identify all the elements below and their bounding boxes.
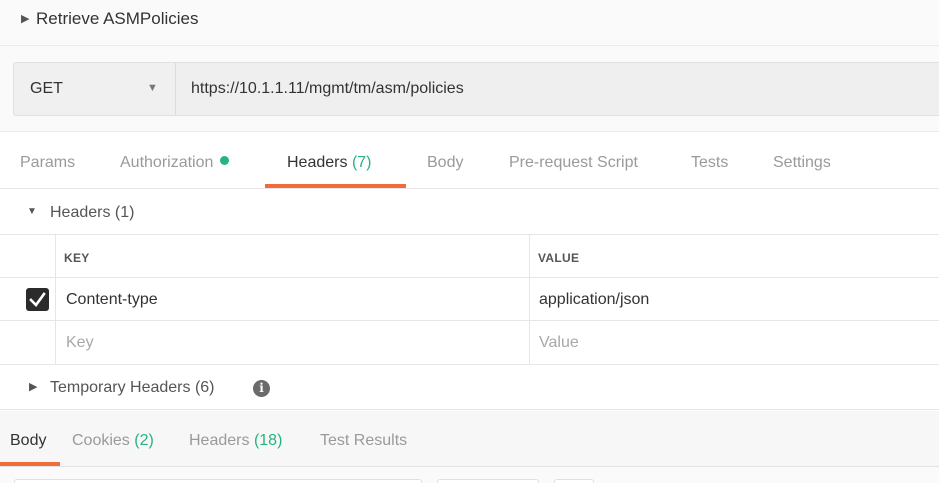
check-icon <box>29 292 46 307</box>
chevron-down-icon: ▼ <box>147 82 158 94</box>
request-title[interactable]: Retrieve ASMPolicies <box>36 9 199 29</box>
request-title-bar: ▶ Retrieve ASMPolicies <box>0 0 939 46</box>
tab-tests[interactable]: Tests <box>691 154 728 172</box>
temporary-headers-toggle[interactable]: ▶ Temporary Headers (6) i <box>0 365 939 410</box>
response-view-control[interactable] <box>14 479 422 483</box>
headers-table-header: KEY VALUE <box>0 235 939 278</box>
method-label: GET <box>30 80 63 97</box>
column-divider <box>55 278 56 320</box>
tab-settings[interactable]: Settings <box>773 154 831 172</box>
temporary-headers-label: Temporary Headers (6) <box>50 379 215 396</box>
info-icon[interactable]: i <box>253 380 270 397</box>
table-row: Content-type application/json <box>0 278 939 321</box>
url-bar: GET ▼ https://10.1.1.11/mgmt/tm/asm/poli… <box>0 46 939 132</box>
response-tab-headers-count: (18) <box>253 432 283 449</box>
headers-section-toggle[interactable]: ▼ Headers (1) <box>0 190 939 235</box>
response-tab-body[interactable]: Body <box>10 432 46 450</box>
tab-headers-label: Headers <box>287 154 348 171</box>
column-divider <box>529 321 530 364</box>
tab-authorization[interactable]: Authorization <box>120 154 230 172</box>
method-select[interactable]: GET ▼ <box>13 62 175 116</box>
active-response-tab-indicator <box>0 462 60 466</box>
url-input[interactable]: https://10.1.1.11/mgmt/tm/asm/policies <box>175 62 939 116</box>
response-tab-test-results[interactable]: Test Results <box>320 432 407 450</box>
tab-body[interactable]: Body <box>427 154 463 172</box>
response-wrap-control[interactable] <box>554 479 594 483</box>
response-format-control[interactable] <box>437 479 539 483</box>
column-key-header: KEY <box>64 251 90 265</box>
response-tabs: Body Cookies (2) Headers (18) Test Resul… <box>0 411 939 467</box>
new-key-input[interactable]: Key <box>66 334 94 352</box>
active-tab-indicator <box>265 184 406 188</box>
tab-authorization-label: Authorization <box>120 154 214 171</box>
response-tab-cookies[interactable]: Cookies (2) <box>72 432 154 450</box>
header-key-cell[interactable]: Content-type <box>66 291 158 309</box>
caret-down-icon: ▼ <box>27 206 37 217</box>
tab-params[interactable]: Params <box>20 154 75 172</box>
header-enabled-checkbox[interactable] <box>26 288 49 311</box>
response-tab-cookies-count: (2) <box>134 432 154 449</box>
response-toolbar <box>0 467 939 483</box>
column-divider <box>529 235 530 277</box>
caret-right-icon: ▶ <box>29 381 38 393</box>
status-dot-icon <box>220 156 230 165</box>
request-tabs: Params Authorization Headers (7) Body Pr… <box>0 132 939 189</box>
column-divider <box>55 321 56 364</box>
column-divider <box>529 278 530 320</box>
table-row-new: Key Value <box>0 321 939 365</box>
tab-headers-count: (7) <box>351 154 372 171</box>
column-value-header[interactable]: VALUE <box>538 251 579 265</box>
tab-prerequest-script[interactable]: Pre-request Script <box>509 154 638 172</box>
headers-section-label: Headers (1) <box>50 204 135 221</box>
caret-right-icon[interactable]: ▶ <box>21 12 29 25</box>
response-tab-headers-label: Headers <box>189 432 250 449</box>
header-value-cell[interactable]: application/json <box>539 291 649 309</box>
column-divider <box>55 235 56 277</box>
response-tab-headers[interactable]: Headers (18) <box>189 432 282 450</box>
tab-headers[interactable]: Headers (7) <box>287 154 372 172</box>
new-value-input[interactable]: Value <box>539 334 579 352</box>
response-tab-cookies-label: Cookies <box>72 432 130 449</box>
